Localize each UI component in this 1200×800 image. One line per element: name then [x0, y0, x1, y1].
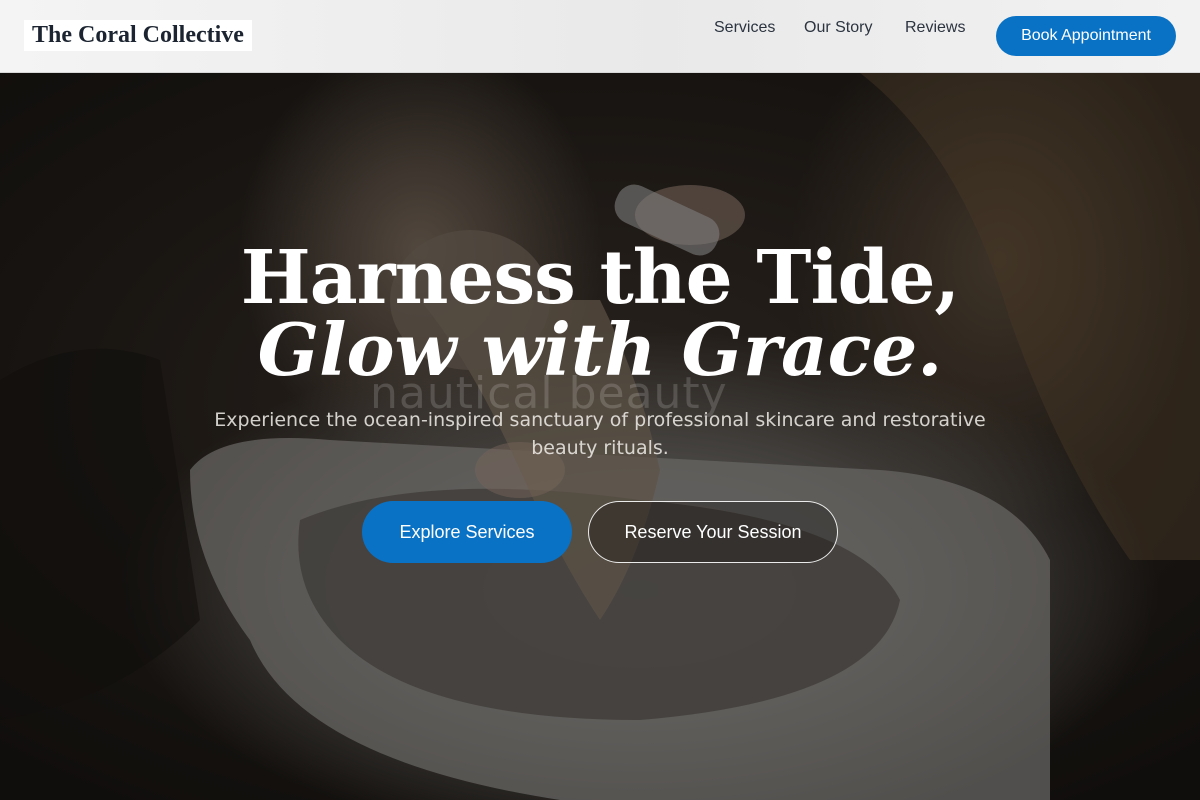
hero-headline-line-2: Glow with Grace.	[257, 307, 943, 392]
nav-link-our-story[interactable]: Our Story	[804, 18, 872, 38]
book-appointment-button[interactable]: Book Appointment	[996, 16, 1176, 56]
nav-link-reviews[interactable]: Reviews	[905, 18, 965, 38]
site-header: The Coral Collective Services Our Story …	[0, 0, 1200, 73]
reserve-session-button[interactable]: Reserve Your Session	[588, 501, 838, 563]
nav-link-services[interactable]: Services	[714, 18, 775, 38]
explore-services-button[interactable]: Explore Services	[362, 501, 572, 563]
hero-subtitle: Experience the ocean-inspired sanctuary …	[214, 409, 986, 459]
landing-page: The Coral Collective Services Our Story …	[0, 0, 1200, 800]
hero-headline-line-1: Harness the Tide,	[240, 235, 960, 321]
